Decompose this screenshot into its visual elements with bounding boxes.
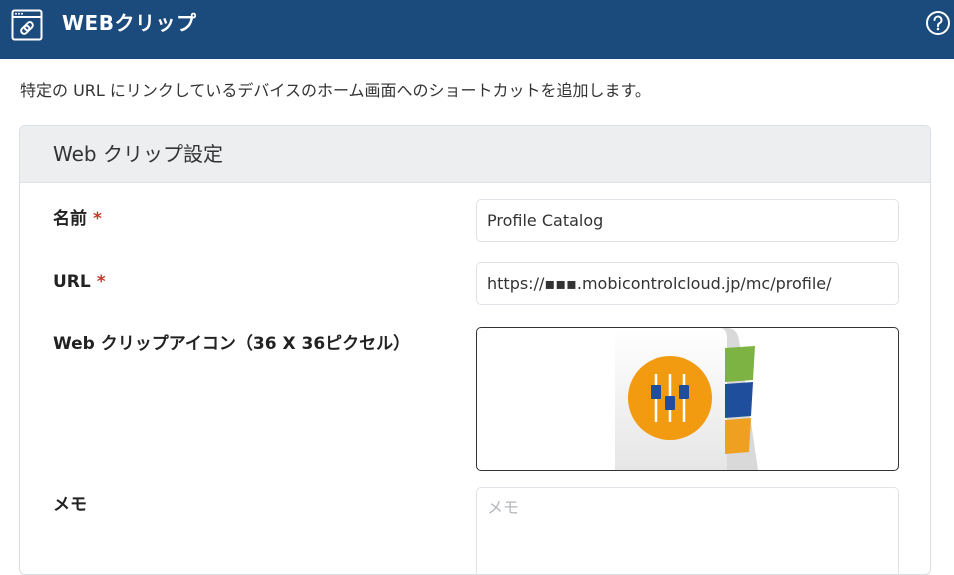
url-label: URL * [53, 271, 106, 293]
page-title: WEBクリップ [62, 11, 197, 35]
web-link-icon [11, 9, 43, 41]
panel-header: Web クリップ設定 [20, 126, 930, 183]
name-label: 名前 * [53, 208, 102, 230]
memo-label: メモ [53, 495, 87, 515]
app-header: WEBクリップ [0, 0, 954, 59]
name-label-text: 名前 [53, 209, 87, 229]
required-mark: * [96, 272, 106, 292]
page-description: 特定の URL にリンクしているデバイスのホーム画面へのショートカットを追加しま… [20, 81, 651, 100]
web-clip-icon-upload[interactable] [476, 327, 899, 471]
url-input[interactable]: https://▪▪▪.mobicontrolcloud.jp/mc/profi… [476, 262, 899, 305]
panel-title: Web クリップ設定 [53, 142, 223, 166]
url-label-text: URL [53, 272, 91, 292]
web-clip-icon-label: Web クリップアイコン（36 X 36ピクセル） [53, 334, 411, 354]
required-mark: * [93, 209, 102, 229]
web-clip-settings-panel: Web クリップ設定 名前 * Profile Catalog URL * http… [19, 125, 931, 575]
memo-input[interactable] [476, 487, 899, 574]
name-input[interactable]: Profile Catalog [476, 199, 899, 242]
profile-catalog-app-icon [615, 328, 758, 470]
help-circle-icon[interactable] [925, 10, 951, 36]
